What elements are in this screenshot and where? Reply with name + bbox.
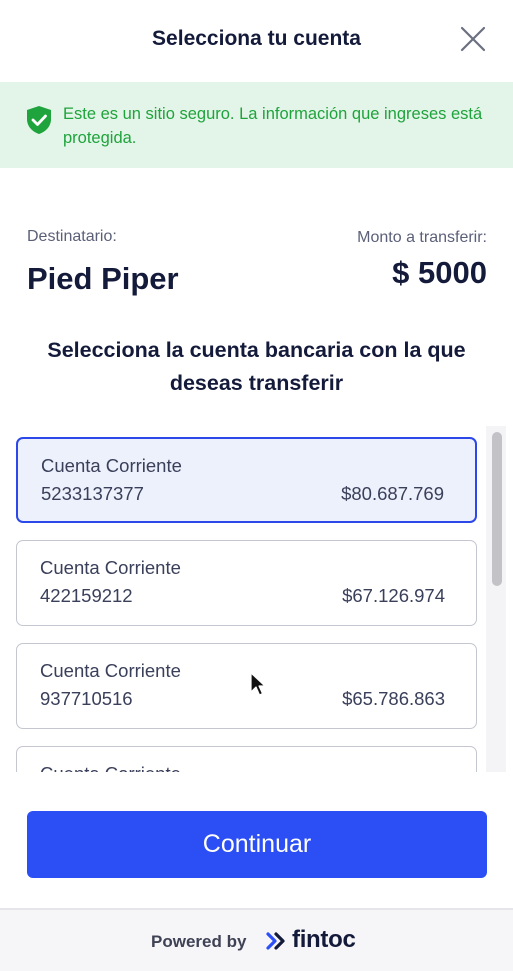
account-number: 937710516 bbox=[40, 688, 133, 709]
account-type: Cuenta Corriente bbox=[40, 557, 181, 578]
account-balance: $80.687.769 bbox=[341, 483, 444, 504]
recipient-label: Destinatario: bbox=[27, 228, 117, 245]
fintoc-logo-icon bbox=[266, 932, 285, 950]
amount-label: Monto a transferir: bbox=[357, 229, 487, 246]
account-number: 5233137377 bbox=[41, 483, 144, 504]
fintoc-brand: fintoc bbox=[292, 926, 356, 953]
shield-check-icon bbox=[27, 106, 51, 134]
account-card-4[interactable]: Cuenta Corriente bbox=[16, 746, 477, 772]
section-title: Selecciona la cuenta bancaria con la que… bbox=[47, 338, 466, 395]
amount-value: $ 5000 bbox=[392, 255, 487, 290]
continue-button[interactable]: Continuar bbox=[27, 811, 487, 878]
account-card-3[interactable]: Cuenta Corriente 937710516 $65.786.863 bbox=[16, 643, 477, 729]
account-type: Cuenta Corriente bbox=[40, 660, 181, 681]
accounts-list: Cuenta Corriente 5233137377 $80.687.769 … bbox=[0, 426, 513, 772]
account-type: Cuenta Corriente bbox=[41, 455, 182, 476]
account-card-1[interactable]: Cuenta Corriente 5233137377 $80.687.769 bbox=[16, 437, 477, 523]
close-button[interactable] bbox=[456, 22, 490, 56]
header: Selecciona tu cuenta bbox=[0, 0, 513, 82]
account-balance: $65.786.863 bbox=[342, 688, 445, 709]
recipient-name: Pied Piper bbox=[27, 261, 179, 296]
page-title: Selecciona tu cuenta bbox=[152, 27, 361, 50]
footer: Powered by fintoc bbox=[0, 908, 513, 971]
scrollbar-thumb[interactable] bbox=[492, 432, 502, 586]
powered-by-label: Powered by bbox=[151, 932, 247, 951]
account-type: Cuenta Corriente bbox=[40, 763, 181, 772]
account-balance: $67.126.974 bbox=[342, 585, 445, 606]
secure-message: Este es un sitio seguro. La información … bbox=[63, 105, 483, 147]
account-card-2[interactable]: Cuenta Corriente 422159212 $67.126.974 bbox=[16, 540, 477, 626]
account-number: 422159212 bbox=[40, 585, 133, 606]
secure-site-banner: Este es un sitio seguro. La información … bbox=[0, 82, 513, 168]
close-icon[interactable] bbox=[456, 22, 490, 56]
